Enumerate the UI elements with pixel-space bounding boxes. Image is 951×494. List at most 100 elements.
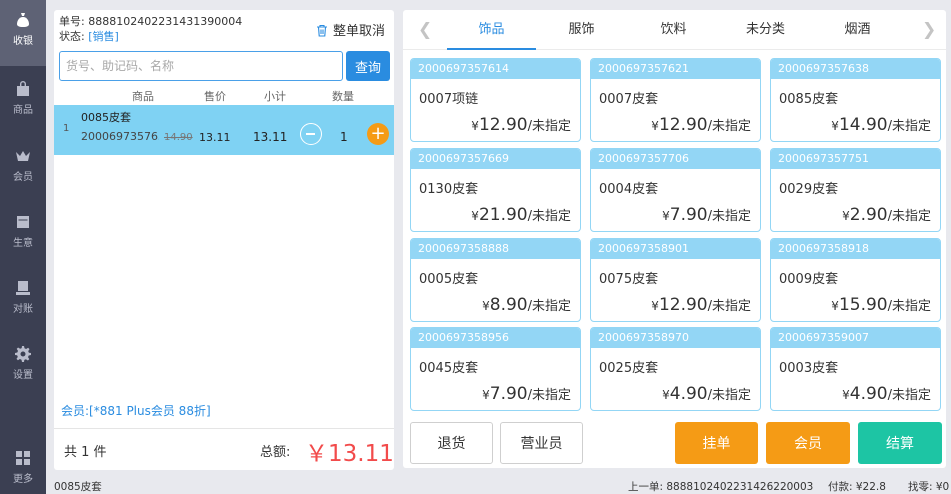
product-card[interactable]: 2000697358918 0009皮套 ¥15.90/未指定 — [770, 238, 941, 322]
cart-header-name: 商品 — [132, 90, 154, 103]
increase-qty-button[interactable]: + — [367, 123, 389, 145]
status-paid: 付款: ¥22.8 — [828, 481, 886, 493]
product-unit: /未指定 — [527, 299, 571, 314]
product-code: 2000697358970 — [591, 328, 760, 348]
nav-item-more[interactable]: 更多 — [0, 438, 46, 494]
product-card[interactable]: 2000697358888 0005皮套 ¥8.90/未指定 — [410, 238, 581, 322]
product-unit: /未指定 — [527, 209, 571, 224]
sidebar-nav: 收银 商品 会员 生意 对账 设置 更多 — [0, 0, 46, 494]
product-unit: /未指定 — [707, 299, 751, 314]
product-name: 0045皮套 — [419, 361, 479, 376]
nav-item-settings[interactable]: 设置 — [0, 334, 46, 400]
product-card[interactable]: 2000697358970 0025皮套 ¥4.90/未指定 — [590, 327, 761, 411]
currency-symbol: ¥ — [662, 209, 670, 223]
tab-uncategorized[interactable]: 未分类 — [721, 10, 810, 50]
product-card[interactable]: 2000697357751 0029皮套 ¥2.90/未指定 — [770, 148, 941, 232]
return-button[interactable]: 退货 — [410, 422, 493, 464]
status-bar: 0085皮套 上一单: 8888102402231426220003 付款: ¥… — [46, 476, 951, 494]
tab-drinks[interactable]: 饮料 — [629, 10, 718, 50]
cart-header-subtotal: 小计 — [264, 90, 286, 103]
grid-icon — [15, 450, 31, 466]
product-price-value: 4.90 — [849, 384, 888, 404]
search-input[interactable] — [59, 51, 343, 81]
product-code: 2000697357614 — [411, 59, 580, 79]
product-unit: /未指定 — [707, 119, 751, 134]
product-unit: /未指定 — [887, 119, 931, 134]
tab-clothing[interactable]: 服饰 — [537, 10, 626, 50]
product-price-value: 12.90 — [658, 115, 708, 135]
product-price-value: 2.90 — [849, 205, 888, 225]
nav-item-checkout[interactable]: 收银 — [0, 0, 46, 66]
currency-symbol: ¥ — [471, 119, 479, 133]
currency-symbol: ¥ — [482, 299, 490, 313]
tab-tobacco-liquor[interactable]: 烟酒 — [813, 10, 902, 50]
hold-order-button[interactable]: 挂单 — [675, 422, 758, 464]
product-unit: /未指定 — [527, 119, 571, 134]
product-code: 2000697358918 — [771, 239, 940, 259]
ledger-icon — [15, 214, 31, 230]
product-price: ¥12.90/未指定 — [651, 295, 751, 315]
member-button[interactable]: 会员 — [766, 422, 850, 464]
decrease-qty-button[interactable] — [300, 123, 322, 145]
product-code: 2000697357751 — [771, 149, 940, 169]
product-name: 0029皮套 — [779, 182, 839, 197]
product-card[interactable]: 2000697357706 0004皮套 ¥7.90/未指定 — [590, 148, 761, 232]
product-card[interactable]: 2000697359007 0003皮套 ¥4.90/未指定 — [770, 327, 941, 411]
cart-item-price: 13.11 — [199, 131, 231, 144]
cancel-order-button[interactable]: 整单取消 — [316, 20, 385, 39]
product-panel: ❮ 饰品 服饰 饮料 未分类 烟酒 ❯ 2000697357614 0007项链 ¥… — [403, 10, 946, 468]
product-price-value: 8.90 — [489, 295, 528, 315]
query-button[interactable]: 查询 — [346, 51, 390, 81]
cart-item-qty: 1 — [340, 130, 348, 144]
product-name: 0007皮套 — [599, 92, 659, 107]
product-card[interactable]: 2000697357614 0007项链 ¥12.90/未指定 — [410, 58, 581, 142]
product-price-value: 4.90 — [669, 384, 708, 404]
order-status: 状态: [销售] — [59, 28, 119, 44]
member-info[interactable]: 会员:[*881 Plus会员 88折] — [61, 402, 211, 419]
nav-item-members[interactable]: 会员 — [0, 136, 46, 202]
tab-accessories[interactable]: 饰品 — [447, 10, 536, 50]
nav-label: 对账 — [13, 304, 33, 315]
product-card[interactable]: 2000697358901 0075皮套 ¥12.90/未指定 — [590, 238, 761, 322]
cart-row[interactable]: 1 0085皮套 2000697357638 14.90 13.11 13.11… — [54, 105, 394, 155]
nav-item-reconcile[interactable]: 对账 — [0, 268, 46, 334]
product-name: 0003皮套 — [779, 361, 839, 376]
product-unit: /未指定 — [527, 388, 571, 403]
cart-item-name: 0085皮套 — [81, 111, 131, 124]
status-last-item: 0085皮套 — [54, 481, 102, 493]
nav-item-business[interactable]: 生意 — [0, 202, 46, 268]
category-tabs: ❮ 饰品 服饰 饮料 未分类 烟酒 ❯ — [403, 10, 946, 50]
product-code: 2000697358888 — [411, 239, 580, 259]
cancel-order-label: 整单取消 — [333, 24, 386, 39]
product-price-value: 7.90 — [669, 205, 708, 225]
product-card[interactable]: 2000697358956 0045皮套 ¥7.90/未指定 — [410, 327, 581, 411]
product-price: ¥12.90/未指定 — [651, 115, 751, 135]
product-price: ¥14.90/未指定 — [831, 115, 931, 135]
currency-symbol: ¥ — [831, 119, 839, 133]
product-name: 0004皮套 — [599, 182, 659, 197]
product-code: 2000697357706 — [591, 149, 760, 169]
checkout-button[interactable]: 结算 — [858, 422, 942, 464]
nav-label: 商品 — [13, 105, 33, 116]
money-bag-icon — [15, 12, 31, 28]
nav-item-products[interactable]: 商品 — [0, 69, 46, 135]
product-price-value: 12.90 — [658, 295, 708, 315]
product-price: ¥15.90/未指定 — [831, 295, 931, 315]
cart-item-subtotal: 13.11 — [253, 130, 288, 144]
currency-symbol: ¥ — [651, 119, 659, 133]
product-unit: /未指定 — [887, 299, 931, 314]
chevron-left-icon[interactable]: ❮ — [418, 20, 432, 40]
order-panel: 单号: 8888102402231431390004 状态: [销售] 整单取消… — [54, 10, 394, 470]
product-price-value: 21.90 — [478, 205, 528, 225]
product-unit: /未指定 — [707, 388, 751, 403]
cart-item-code: 2000697357638 — [81, 130, 159, 143]
product-card[interactable]: 2000697357638 0085皮套 ¥14.90/未指定 — [770, 58, 941, 142]
cart-row-index: 1 — [63, 123, 70, 134]
product-code: 2000697357669 — [411, 149, 580, 169]
salesperson-button[interactable]: 营业员 — [500, 422, 583, 464]
total-amount: ￥13.11 — [305, 441, 394, 467]
chevron-right-icon[interactable]: ❯ — [922, 20, 936, 40]
product-card[interactable]: 2000697357621 0007皮套 ¥12.90/未指定 — [590, 58, 761, 142]
product-card[interactable]: 2000697357669 0130皮套 ¥21.90/未指定 — [410, 148, 581, 232]
order-summary: 共 1 件 总额: ￥13.11 — [54, 428, 394, 470]
